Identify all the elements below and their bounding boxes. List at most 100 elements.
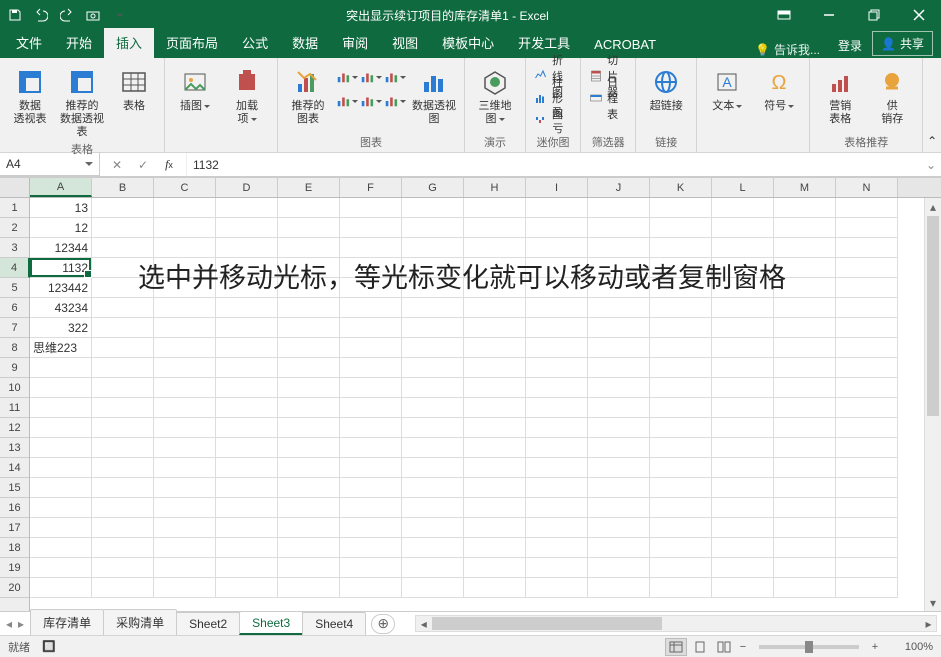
cell-G13[interactable] — [402, 438, 464, 458]
cell-K20[interactable] — [650, 578, 712, 598]
cell-G6[interactable] — [402, 298, 464, 318]
horizontal-scrollbar[interactable]: ◂ ▸ — [415, 615, 937, 632]
row-header-17[interactable]: 17 — [0, 518, 29, 538]
cell-F14[interactable] — [340, 458, 402, 478]
cell-H1[interactable] — [464, 198, 526, 218]
cell-A19[interactable] — [30, 558, 92, 578]
cell-F16[interactable] — [340, 498, 402, 518]
cell-F3[interactable] — [340, 238, 402, 258]
cell-K12[interactable] — [650, 418, 712, 438]
row-header-20[interactable]: 20 — [0, 578, 29, 598]
supply-sales-button[interactable]: 供销存 — [868, 62, 916, 126]
cell-A8[interactable]: 思维223 — [30, 338, 92, 358]
3d-map-button[interactable]: 三维地图 — [471, 62, 519, 126]
cell-A9[interactable] — [30, 358, 92, 378]
cell-E16[interactable] — [278, 498, 340, 518]
cell-F1[interactable] — [340, 198, 402, 218]
cell-I15[interactable] — [526, 478, 588, 498]
camera-icon[interactable] — [82, 4, 104, 26]
cell-D11[interactable] — [216, 398, 278, 418]
cell-H10[interactable] — [464, 378, 526, 398]
chart-area-icon[interactable] — [336, 90, 358, 112]
chart-hier-icon[interactable] — [360, 66, 382, 88]
cells-area[interactable]: 131212344113212344243234322思维223选中并移动光标，… — [30, 198, 941, 611]
cell-L3[interactable] — [712, 238, 774, 258]
cell-F7[interactable] — [340, 318, 402, 338]
row-header-8[interactable]: 8 — [0, 338, 29, 358]
cell-I2[interactable] — [526, 218, 588, 238]
hyperlink-button[interactable]: 超链接 — [642, 62, 690, 113]
cell-C6[interactable] — [154, 298, 216, 318]
cell-D18[interactable] — [216, 538, 278, 558]
cell-H3[interactable] — [464, 238, 526, 258]
cell-H15[interactable] — [464, 478, 526, 498]
cell-D12[interactable] — [216, 418, 278, 438]
cell-E14[interactable] — [278, 458, 340, 478]
zoom-in-button[interactable]: + — [867, 641, 883, 653]
row-header-7[interactable]: 7 — [0, 318, 29, 338]
sheet-tab-1[interactable]: 采购清单 — [103, 609, 177, 635]
col-header-A[interactable]: A — [30, 178, 92, 197]
cell-K13[interactable] — [650, 438, 712, 458]
row-header-19[interactable]: 19 — [0, 558, 29, 578]
cell-H19[interactable] — [464, 558, 526, 578]
cell-D3[interactable] — [216, 238, 278, 258]
tell-me[interactable]: 💡告诉我... — [747, 41, 828, 58]
row-header-18[interactable]: 18 — [0, 538, 29, 558]
cell-M1[interactable] — [774, 198, 836, 218]
cell-D7[interactable] — [216, 318, 278, 338]
cell-B11[interactable] — [92, 398, 154, 418]
cell-B6[interactable] — [92, 298, 154, 318]
cell-E20[interactable] — [278, 578, 340, 598]
cell-M8[interactable] — [774, 338, 836, 358]
cell-J17[interactable] — [588, 518, 650, 538]
sheet-prev-icon[interactable]: ◂ — [6, 617, 12, 631]
cell-F8[interactable] — [340, 338, 402, 358]
cell-L6[interactable] — [712, 298, 774, 318]
cell-N8[interactable] — [836, 338, 898, 358]
cell-I8[interactable] — [526, 338, 588, 358]
cell-H8[interactable] — [464, 338, 526, 358]
cell-K16[interactable] — [650, 498, 712, 518]
cell-F6[interactable] — [340, 298, 402, 318]
cell-K1[interactable] — [650, 198, 712, 218]
cell-C1[interactable] — [154, 198, 216, 218]
cell-N4[interactable] — [836, 258, 898, 278]
formula-expand-icon[interactable]: ⌄ — [921, 153, 941, 176]
cell-A16[interactable] — [30, 498, 92, 518]
cell-J11[interactable] — [588, 398, 650, 418]
scroll-left-icon[interactable]: ◂ — [416, 616, 431, 631]
cell-E2[interactable] — [278, 218, 340, 238]
row-header-15[interactable]: 15 — [0, 478, 29, 498]
cell-C13[interactable] — [154, 438, 216, 458]
cell-C19[interactable] — [154, 558, 216, 578]
cell-C14[interactable] — [154, 458, 216, 478]
cell-G11[interactable] — [402, 398, 464, 418]
cell-C7[interactable] — [154, 318, 216, 338]
cell-C18[interactable] — [154, 538, 216, 558]
col-header-D[interactable]: D — [216, 178, 278, 197]
cell-E9[interactable] — [278, 358, 340, 378]
cell-A1[interactable]: 13 — [30, 198, 92, 218]
cell-A10[interactable] — [30, 378, 92, 398]
cell-H11[interactable] — [464, 398, 526, 418]
cell-N6[interactable] — [836, 298, 898, 318]
cell-B9[interactable] — [92, 358, 154, 378]
sheet-tab-0[interactable]: 库存清单 — [30, 609, 104, 635]
cell-I1[interactable] — [526, 198, 588, 218]
undo-icon[interactable] — [30, 4, 52, 26]
menu-tab-5[interactable]: 数据 — [280, 28, 330, 58]
cell-M20[interactable] — [774, 578, 836, 598]
cell-I6[interactable] — [526, 298, 588, 318]
cell-F18[interactable] — [340, 538, 402, 558]
row-header-4[interactable]: 4 — [0, 258, 30, 278]
cell-N1[interactable] — [836, 198, 898, 218]
cell-I10[interactable] — [526, 378, 588, 398]
fx-icon[interactable]: fx — [160, 156, 178, 174]
menu-tab-2[interactable]: 插入 — [104, 28, 154, 58]
cell-G19[interactable] — [402, 558, 464, 578]
cell-D17[interactable] — [216, 518, 278, 538]
pivot-chart-button[interactable]: 数据透视图 — [410, 62, 458, 126]
recommended-pivot-button[interactable]: 推荐的数据透视表 — [58, 62, 106, 139]
cell-N12[interactable] — [836, 418, 898, 438]
